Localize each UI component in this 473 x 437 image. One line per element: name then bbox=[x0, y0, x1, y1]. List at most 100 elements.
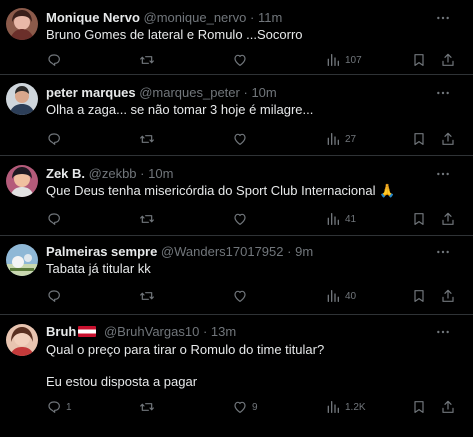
reply-icon bbox=[46, 211, 62, 227]
reply-icon bbox=[46, 288, 62, 304]
share-button[interactable] bbox=[440, 131, 456, 147]
tweet-text: Que Deus tenha misericórdia do Sport Clu… bbox=[46, 183, 396, 198]
views-button[interactable]: 27 bbox=[325, 131, 356, 147]
avatar[interactable] bbox=[6, 83, 38, 115]
share-button[interactable] bbox=[440, 211, 456, 227]
tweet[interactable]: peter marques @marques_peter · 10m Olha … bbox=[0, 75, 473, 156]
tweet-header: Monique Nervo @monique_nervo · 11m bbox=[46, 10, 282, 26]
username[interactable]: @BruhVargas10 bbox=[104, 324, 199, 339]
separator-dot: · bbox=[140, 166, 145, 181]
bookmark-button[interactable] bbox=[411, 211, 427, 227]
like-icon bbox=[232, 131, 248, 147]
display-name[interactable]: Monique Nervo bbox=[46, 10, 140, 25]
display-name[interactable]: Zek B. bbox=[46, 166, 85, 181]
more-icon[interactable] bbox=[435, 85, 451, 101]
timestamp[interactable]: 13m bbox=[211, 324, 236, 339]
flag-icon bbox=[78, 326, 97, 337]
retweet-button[interactable] bbox=[139, 288, 159, 304]
tweet-text: Tabata já titular kk bbox=[46, 261, 151, 276]
tweet-header: Palmeiras sempre @Wanders17017952 · 9m bbox=[46, 244, 313, 260]
display-name[interactable]: Palmeiras sempre bbox=[46, 244, 157, 259]
retweet-button[interactable] bbox=[139, 131, 159, 147]
tweet-text: Olha a zaga... se não tomar 3 hoje é mil… bbox=[46, 102, 314, 117]
separator-dot: · bbox=[202, 324, 208, 339]
more-icon[interactable] bbox=[435, 244, 451, 260]
more-icon[interactable] bbox=[435, 10, 451, 26]
action-bar: 27 bbox=[46, 131, 456, 147]
views-icon bbox=[325, 211, 341, 227]
more-icon[interactable] bbox=[435, 166, 451, 182]
retweet-icon bbox=[139, 131, 155, 147]
reply-button[interactable]: 1 bbox=[46, 399, 72, 415]
retweet-icon bbox=[139, 211, 155, 227]
username[interactable]: @marques_peter bbox=[139, 85, 240, 100]
like-button[interactable] bbox=[232, 52, 252, 68]
bookmark-button[interactable] bbox=[411, 399, 427, 415]
bookmark-icon bbox=[411, 211, 427, 227]
bookmark-button[interactable] bbox=[411, 52, 427, 68]
views-count: 1.2K bbox=[345, 401, 366, 413]
like-count: 9 bbox=[252, 401, 258, 413]
action-bar: 107 bbox=[46, 52, 456, 68]
share-icon bbox=[440, 211, 456, 227]
views-button[interactable]: 107 bbox=[325, 52, 362, 68]
bookmark-icon bbox=[411, 288, 427, 304]
tweet[interactable]: Palmeiras sempre @Wanders17017952 · 9m T… bbox=[0, 236, 473, 315]
username[interactable]: @monique_nervo bbox=[144, 10, 247, 25]
reply-count: 1 bbox=[66, 401, 72, 413]
tweet[interactable]: Monique Nervo @monique_nervo · 11m Bruno… bbox=[0, 0, 473, 75]
like-button[interactable] bbox=[232, 211, 252, 227]
views-button[interactable]: 1.2K bbox=[325, 399, 366, 415]
like-button[interactable]: 9 bbox=[232, 399, 258, 415]
timestamp[interactable]: 10m bbox=[251, 85, 276, 100]
bookmark-button[interactable] bbox=[411, 131, 427, 147]
bookmark-icon bbox=[411, 399, 427, 415]
username[interactable]: @zekbb bbox=[89, 166, 137, 181]
timestamp[interactable]: 9m bbox=[295, 244, 313, 259]
tweet-header: Zek B. @zekbb · 10m bbox=[46, 166, 173, 182]
username[interactable]: @Wanders17017952 bbox=[161, 244, 284, 259]
tweet[interactable]: Bruh @BruhVargas10 · 13m Qual o preço pa… bbox=[0, 315, 473, 437]
separator-dot: · bbox=[243, 85, 248, 100]
share-icon bbox=[440, 52, 456, 68]
avatar[interactable] bbox=[6, 165, 38, 197]
retweet-button[interactable] bbox=[139, 399, 159, 415]
retweet-icon bbox=[139, 52, 155, 68]
views-button[interactable]: 41 bbox=[325, 211, 356, 227]
share-icon bbox=[440, 399, 456, 415]
tweet[interactable]: Zek B. @zekbb · 10m Que Deus tenha miser… bbox=[0, 156, 473, 236]
more-icon[interactable] bbox=[435, 324, 451, 340]
retweet-button[interactable] bbox=[139, 52, 159, 68]
retweet-button[interactable] bbox=[139, 211, 159, 227]
avatar[interactable] bbox=[6, 244, 38, 276]
like-button[interactable] bbox=[232, 131, 252, 147]
share-button[interactable] bbox=[440, 52, 456, 68]
bookmark-button[interactable] bbox=[411, 288, 427, 304]
bookmark-icon bbox=[411, 52, 427, 68]
reply-button[interactable] bbox=[46, 52, 66, 68]
views-button[interactable]: 40 bbox=[325, 288, 356, 304]
action-bar: 40 bbox=[46, 288, 456, 304]
views-icon bbox=[325, 399, 341, 415]
reply-icon bbox=[46, 399, 62, 415]
views-count: 40 bbox=[345, 290, 357, 302]
share-button[interactable] bbox=[440, 288, 456, 304]
like-icon bbox=[232, 399, 248, 415]
views-icon bbox=[325, 288, 341, 304]
action-bar: 41 bbox=[46, 211, 456, 227]
reply-button[interactable] bbox=[46, 211, 66, 227]
tweet-header: Bruh @BruhVargas10 · 13m bbox=[46, 324, 236, 340]
timestamp[interactable]: 11m bbox=[258, 10, 282, 25]
display-name[interactable]: Bruh bbox=[46, 324, 76, 339]
bookmark-icon bbox=[411, 131, 427, 147]
avatar[interactable] bbox=[6, 8, 38, 40]
share-button[interactable] bbox=[440, 399, 456, 415]
tweet-text-line-2: Eu estou disposta a pagar bbox=[46, 374, 198, 389]
display-name[interactable]: peter marques bbox=[46, 85, 136, 100]
reply-button[interactable] bbox=[46, 131, 66, 147]
tweet-text: Qual o preço para tirar o Romulo do time… bbox=[46, 342, 325, 357]
like-button[interactable] bbox=[232, 288, 252, 304]
reply-button[interactable] bbox=[46, 288, 66, 304]
avatar[interactable] bbox=[6, 324, 38, 356]
timestamp[interactable]: 10m bbox=[148, 166, 173, 181]
